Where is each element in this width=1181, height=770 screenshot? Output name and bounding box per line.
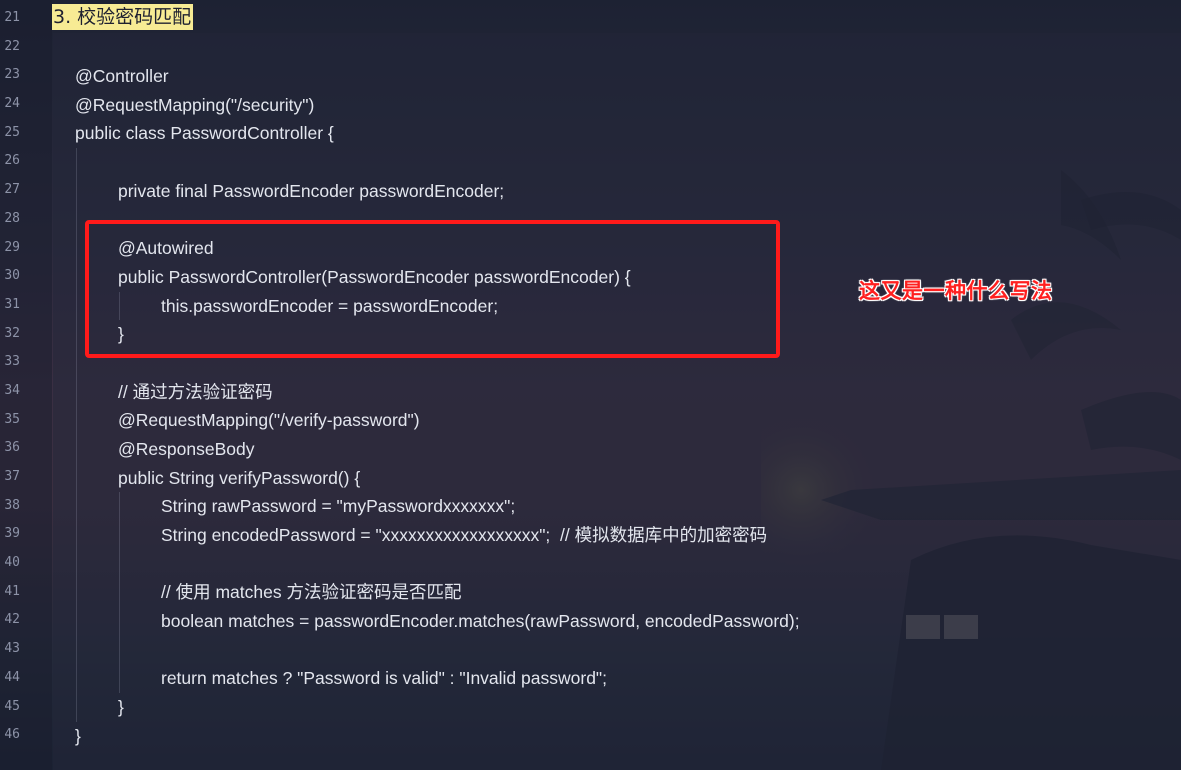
code-text: // 通过方法验证密码 [118,381,273,402]
code-line: return matches ? "Password is valid" : "… [75,664,800,694]
indent-guide [76,291,77,321]
indent-guide [76,664,77,694]
code-line: @ResponseBody [75,434,800,464]
code-text: public class PasswordController { [75,123,334,144]
code-line [75,635,800,665]
line-number: 37 [4,469,20,484]
code-text: @Controller [75,66,169,86]
code-line: // 通过方法验证密码 [75,377,800,407]
code-text: String rawPassword = "myPasswordxxxxxxx"… [161,496,516,517]
line-number: 22 [4,38,20,54]
line-number: 27 [4,182,20,198]
code-line [75,148,800,177]
highlight-box [85,220,780,358]
indent-guide [76,434,77,464]
code-text: } [118,697,124,718]
line-number: 35 [4,411,20,427]
indent-guide [76,635,77,665]
line-number: 43 [4,641,20,657]
indent-guide [119,521,120,550]
line-number: 40 [4,555,20,571]
indent-guide [76,607,77,636]
line-number: 36 [4,440,20,456]
code-line: String rawPassword = "myPasswordxxxxxxx"… [75,492,800,521]
annotation-text: 这又是一种什么写法 [859,279,1053,303]
line-number: 31 [4,296,20,312]
indent-guide [76,693,77,722]
indent-guide [76,320,77,349]
indent-guide [76,463,77,493]
line-number: 30 [4,268,20,284]
indent-guide [119,492,120,521]
indent-guide [76,521,77,550]
code-text: String encodedPassword = "xxxxxxxxxxxxxx… [161,525,768,545]
code-content: @Controller @RequestMapping("/security") p… [75,62,800,751]
line-number: 28 [4,210,20,226]
code-text: // 使用 matches 方法验证密码是否匹配 [161,582,462,603]
code-line [75,549,800,579]
line-number: 33 [4,354,20,370]
indent-guide [76,492,77,521]
code-line: String encodedPassword = "xxxxxxxxxxxxxx… [75,521,800,550]
indent-guide [119,549,120,579]
line-number: 32 [4,325,20,341]
code-text: } [75,725,81,746]
line-number: 34 [4,382,20,398]
indent-guide [76,348,77,378]
indent-guide [119,664,120,694]
line-number: 41 [4,583,20,599]
code-line: // 使用 matches 方法验证密码是否匹配 [75,578,800,608]
indent-guide [119,578,120,608]
code-line: public class PasswordController { [75,119,800,148]
line-number: 45 [4,698,20,714]
section-heading: 3. 校验密码匹配 [52,4,194,30]
indent-guide [76,148,77,177]
indent-guide [76,234,77,263]
line-number-gutter: 21 22 23 24 25 26 27 28 29 30 31 32 33 34 35 36 37 38 39 40… [0,0,52,770]
indent-guide [76,205,77,235]
line-number: 26 [4,153,20,169]
line-numbers: 21 22 23 24 25 26 27 28 29 30 31 32 33 34 35 36 37 38 39 40… [0,4,20,750]
line-number: 29 [4,239,20,255]
line-number: 21 [4,10,20,25]
line-number: 25 [4,124,20,140]
line-number: 42 [4,612,20,628]
code-line: public String verifyPassword() { [75,463,800,493]
line-number: 44 [4,669,20,685]
code-line: @RequestMapping("/security") [75,91,800,120]
code-text: return matches ? "Password is valid" : "… [161,668,608,689]
indent-guide [76,578,77,608]
indent-guide [119,635,120,665]
indent-guide [76,262,77,292]
indent-guide [76,406,77,435]
code-text: private final PasswordEncoder passwordEn… [118,180,505,201]
indent-guide [119,607,120,636]
code-text: @RequestMapping("/security") [75,94,315,115]
indent-guide [76,549,77,579]
line-number: 23 [4,67,20,83]
line-number: 46 [4,727,20,743]
code-line: } [75,722,800,751]
line-number: 39 [4,526,20,542]
code-text: @ResponseBody [118,438,255,459]
indent-guide [76,176,77,206]
code-line: @RequestMapping("/verify-password") [75,406,800,435]
code-line: private final PasswordEncoder passwordEn… [75,176,800,206]
code-text: boolean matches = passwordEncoder.matche… [161,611,800,632]
code-text: @RequestMapping("/verify-password") [118,410,420,431]
line-number: 38 [4,497,20,513]
code-line: boolean matches = passwordEncoder.matche… [75,607,800,636]
code-text: public String verifyPassword() { [118,467,361,488]
code-line: @Controller [75,62,800,91]
code-line: } [75,693,800,722]
line-number: 24 [4,96,20,112]
indent-guide [76,377,77,407]
